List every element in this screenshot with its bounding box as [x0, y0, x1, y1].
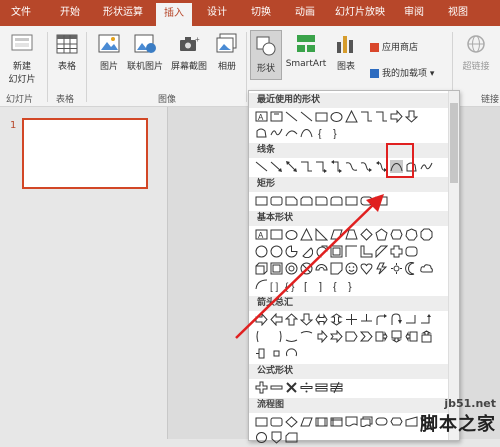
watermark: jb51.net 脚本之家: [420, 397, 496, 436]
watermark-site: jb51.net: [444, 397, 496, 410]
annotation-arrow: [235, 194, 384, 339]
arrow-shaft: [235, 201, 377, 339]
watermark-brand: 脚本之家: [420, 414, 496, 435]
